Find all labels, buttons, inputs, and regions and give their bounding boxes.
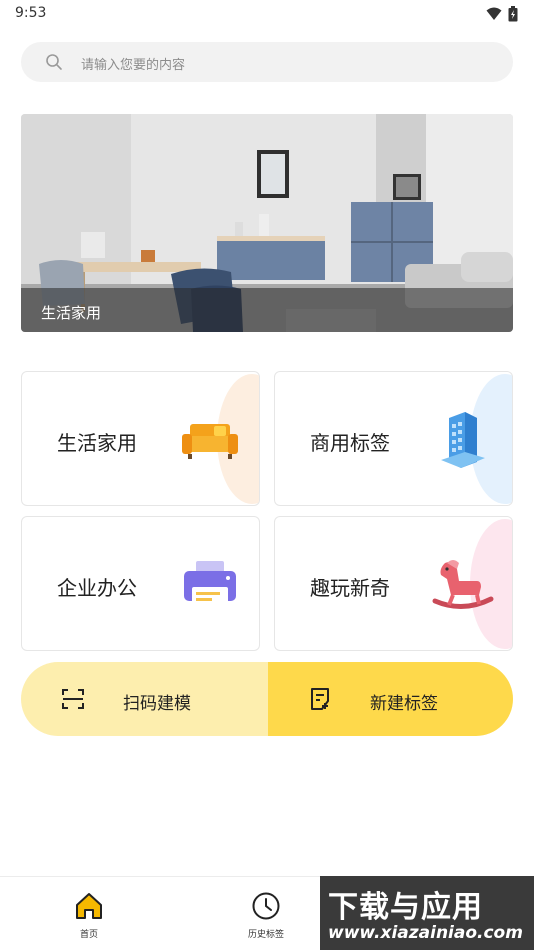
rocking-horse-icon bbox=[432, 560, 494, 609]
sofa-icon bbox=[182, 424, 238, 459]
tab-history[interactable]: 历史标签 bbox=[226, 891, 306, 940]
scan-model-label: 扫码建模 bbox=[123, 694, 191, 714]
search-icon bbox=[46, 54, 62, 70]
category-label: 趣玩新奇 bbox=[310, 576, 390, 600]
category-card-fun[interactable]: 趣玩新奇 bbox=[274, 516, 513, 651]
note-add-icon bbox=[311, 688, 329, 710]
building-icon bbox=[441, 412, 485, 468]
new-tag-label: 新建标签 bbox=[370, 694, 438, 714]
watermark-title: 下载与应用 bbox=[328, 890, 483, 925]
printer-icon bbox=[184, 561, 236, 607]
banner-carousel[interactable]: 生活家用 bbox=[21, 114, 513, 332]
home-icon bbox=[76, 893, 102, 919]
status-bar: 9:53 bbox=[0, 0, 534, 28]
clock-icon bbox=[252, 892, 280, 920]
battery-icon bbox=[508, 6, 518, 22]
category-card-office[interactable]: 企业办公 bbox=[21, 516, 260, 651]
category-card-commercial[interactable]: 商用标签 bbox=[274, 371, 513, 506]
search-input[interactable]: 请输入您要的内容 bbox=[21, 42, 513, 82]
action-bar: 扫码建模 新建标签 bbox=[21, 662, 513, 736]
new-tag-button[interactable]: 新建标签 bbox=[268, 662, 513, 736]
scan-model-button[interactable]: 扫码建模 bbox=[21, 662, 268, 736]
tab-history-label: 历史标签 bbox=[247, 930, 284, 940]
watermark: 下载与应用 www.xiazainiao.com bbox=[320, 876, 534, 950]
tab-home-label: 首页 bbox=[79, 930, 98, 940]
category-card-home[interactable]: 生活家用 bbox=[21, 371, 260, 506]
search-placeholder: 请输入您要的内容 bbox=[81, 58, 186, 73]
category-label: 生活家用 bbox=[57, 431, 137, 455]
watermark-url: www.xiazainiao.com bbox=[328, 923, 523, 943]
category-label: 商用标签 bbox=[310, 431, 390, 455]
banner-caption-text: 生活家用 bbox=[41, 304, 102, 322]
status-icons bbox=[486, 6, 518, 22]
scan-icon bbox=[62, 689, 84, 709]
banner-caption: 生活家用 bbox=[21, 288, 513, 332]
wifi-icon bbox=[486, 7, 502, 20]
tab-home[interactable]: 首页 bbox=[49, 891, 129, 940]
category-label: 企业办公 bbox=[57, 576, 137, 600]
status-time: 9:53 bbox=[15, 5, 47, 21]
